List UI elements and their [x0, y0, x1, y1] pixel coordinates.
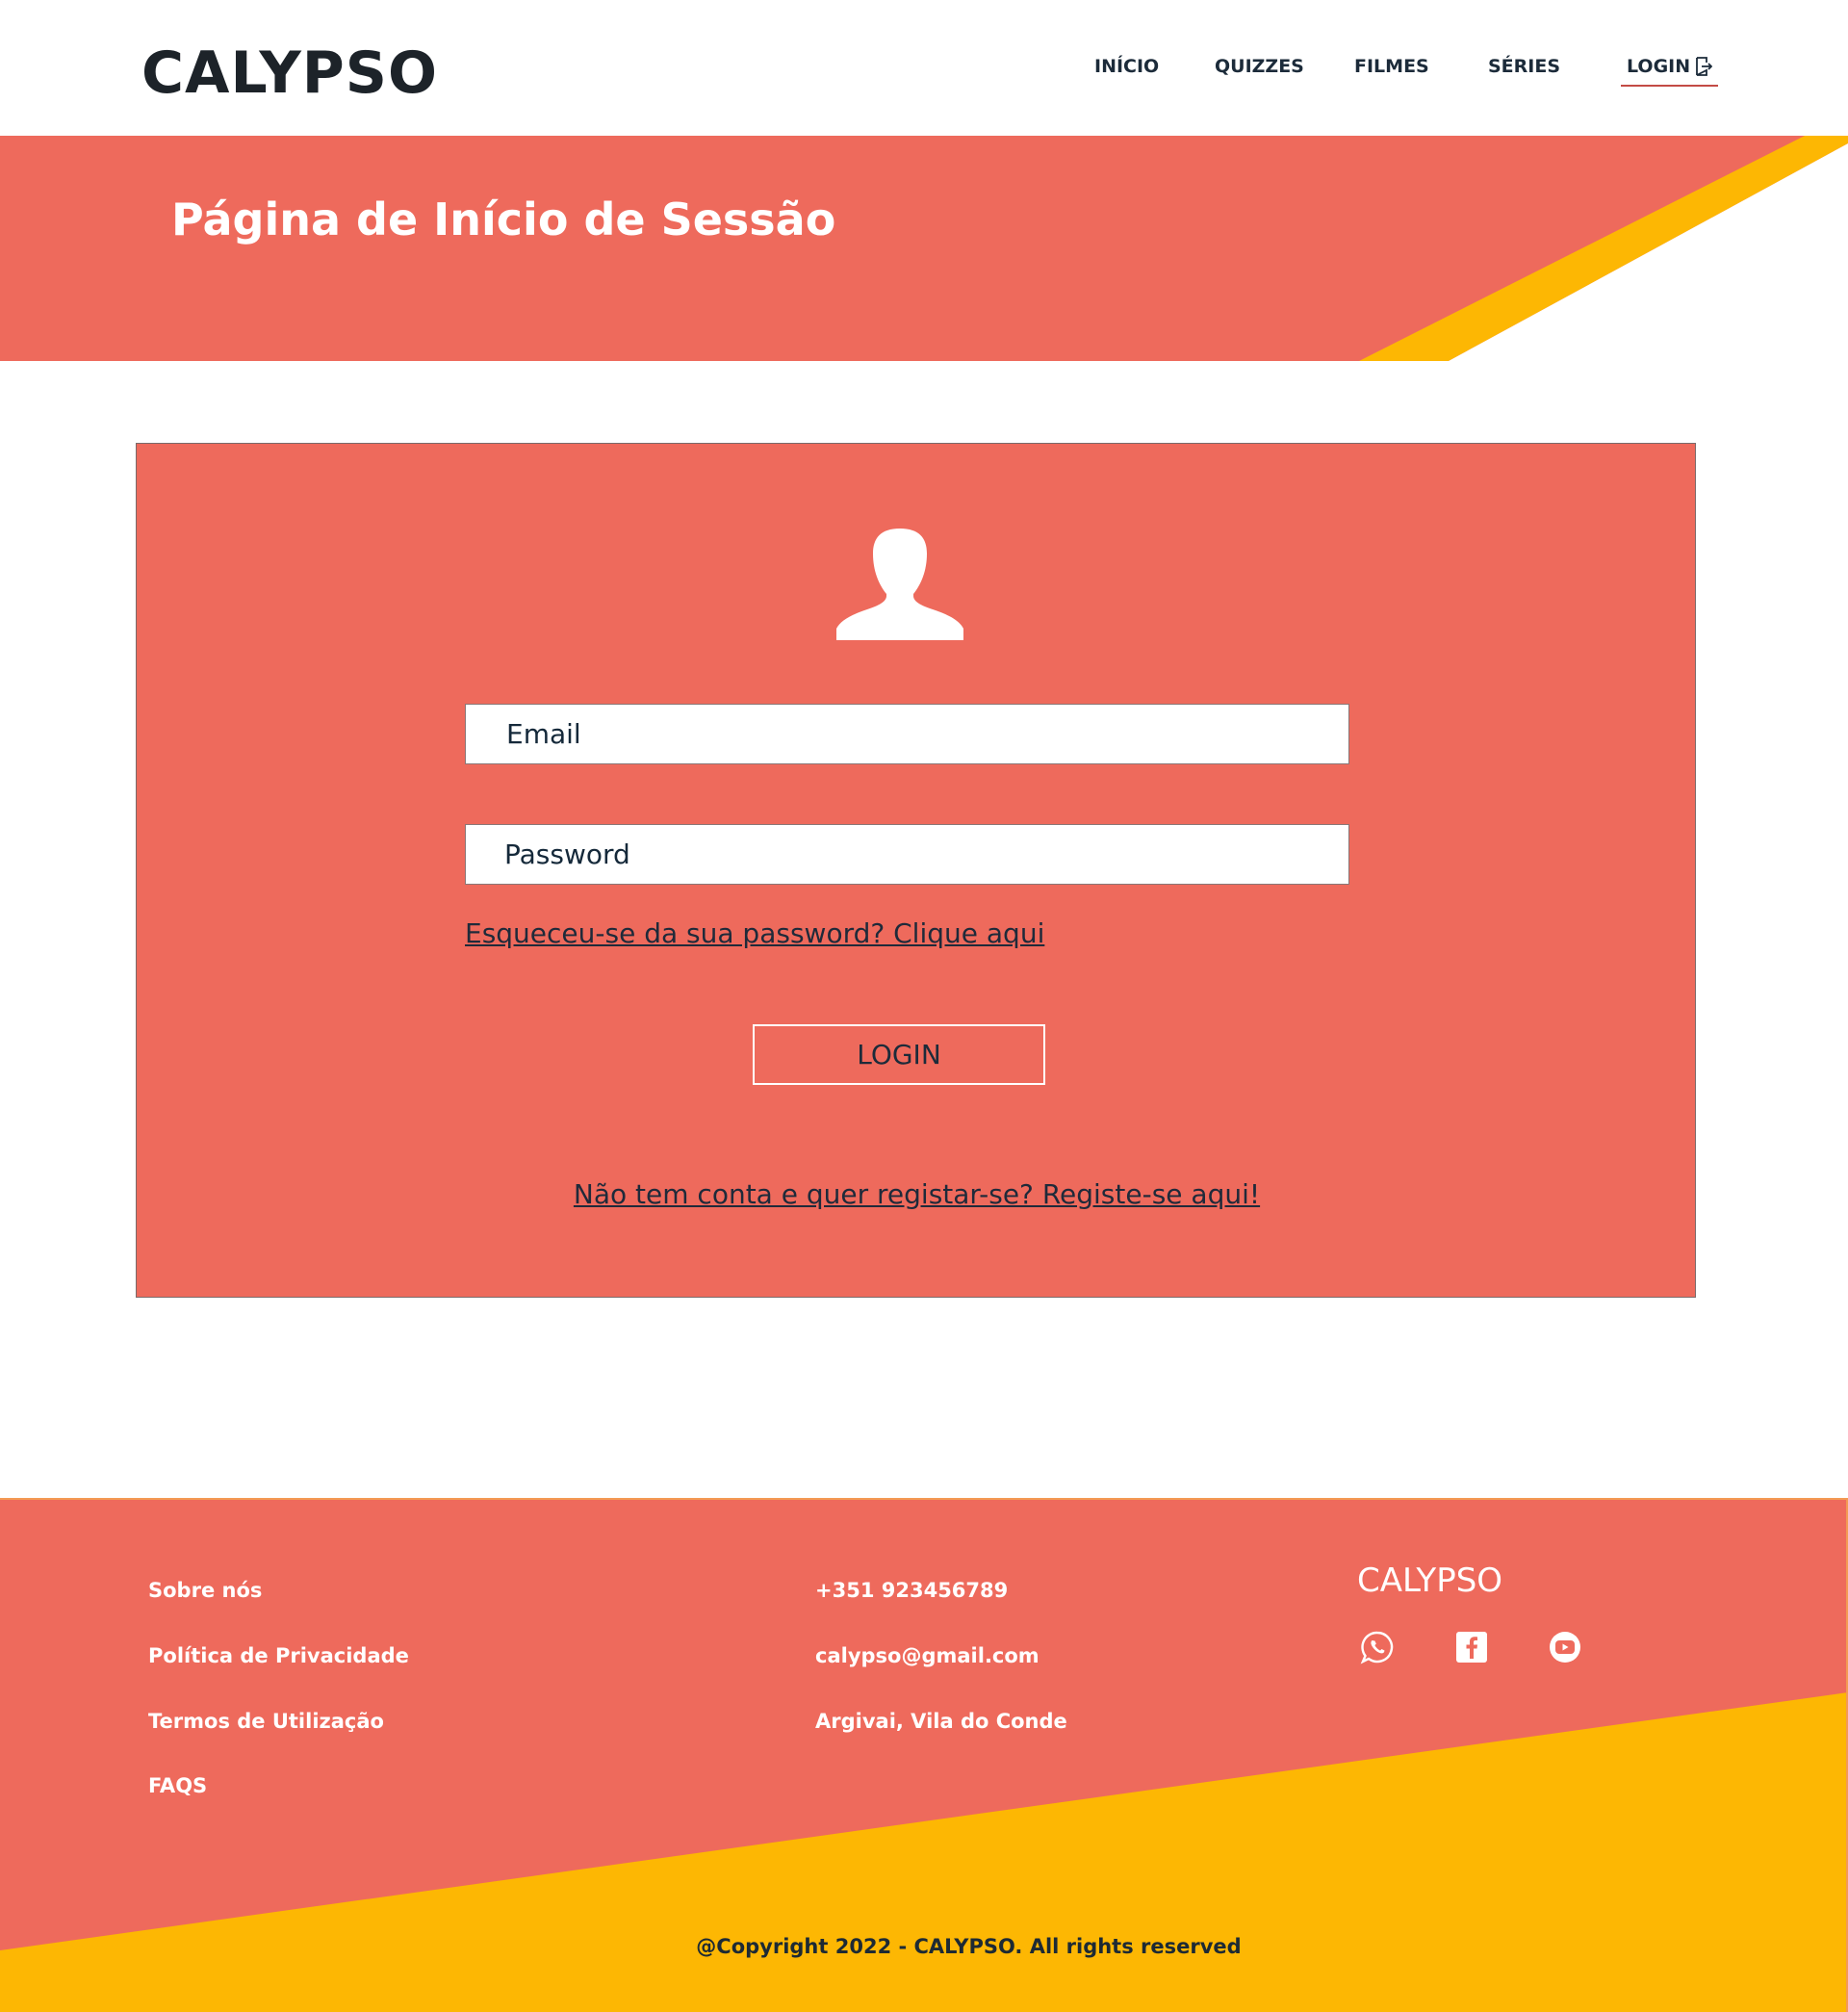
footer-about-link[interactable]: Sobre nós	[148, 1579, 262, 1602]
footer-brand: CALYPSO	[1357, 1561, 1503, 1600]
footer-faqs-link[interactable]: FAQS	[148, 1774, 207, 1797]
page-banner: Página de Início de Sessão	[0, 136, 1848, 361]
copyright-text: @Copyright 2022 - CALYPSO. All rights re…	[696, 1935, 1242, 1958]
nav-inicio[interactable]: INÍCIO	[1094, 52, 1159, 81]
footer-phone: +351 923456789	[815, 1579, 1009, 1602]
nav-filmes[interactable]: FILMES	[1354, 52, 1429, 81]
forgot-password-link[interactable]: Esqueceu-se da sua password? Clique aqui	[465, 917, 1044, 949]
nav-quizzes[interactable]: QUIZZES	[1215, 52, 1304, 81]
password-input[interactable]	[465, 824, 1349, 885]
site-footer: Sobre nós Política de Privacidade Termos…	[0, 1498, 1848, 2012]
user-icon	[836, 529, 963, 640]
whatsapp-icon[interactable]	[1360, 1630, 1395, 1664]
email-input[interactable]	[465, 704, 1349, 764]
footer-email-link[interactable]: calypso@gmail.com	[815, 1644, 1040, 1667]
page-title: Página de Início de Sessão	[171, 193, 836, 245]
register-link[interactable]: Não tem conta e quer registar-se? Regist…	[137, 1178, 1697, 1210]
youtube-icon[interactable]	[1548, 1630, 1582, 1664]
facebook-icon[interactable]	[1454, 1630, 1489, 1664]
login-icon	[1696, 57, 1713, 76]
login-button[interactable]: LOGIN	[753, 1024, 1045, 1085]
nav-login-label: LOGIN	[1627, 56, 1691, 77]
nav-series[interactable]: SÉRIES	[1488, 52, 1560, 81]
main-nav: INÍCIO QUIZZES FILMES SÉRIES LOGIN	[0, 52, 1848, 90]
login-card: Esqueceu-se da sua password? Clique aqui…	[136, 443, 1696, 1298]
footer-terms-link[interactable]: Termos de Utilização	[148, 1710, 384, 1733]
nav-login[interactable]: LOGIN	[1621, 52, 1719, 87]
site-header: CALYPSO INÍCIO QUIZZES FILMES SÉRIES LOG…	[0, 0, 1848, 137]
footer-privacy-link[interactable]: Política de Privacidade	[148, 1644, 409, 1667]
banner-background	[0, 136, 1848, 361]
footer-address: Argivai, Vila do Conde	[815, 1710, 1067, 1733]
